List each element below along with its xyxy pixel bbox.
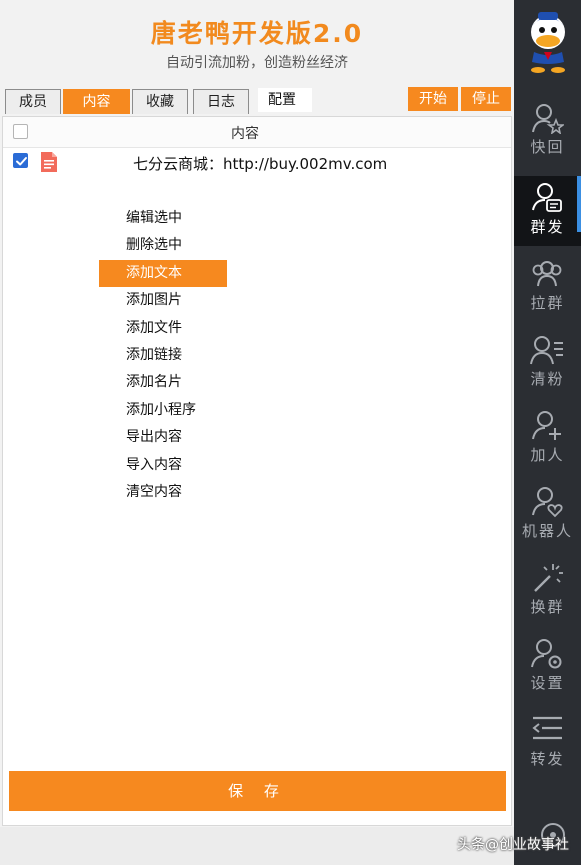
sidebar-item-label: 换群: [530, 598, 565, 616]
sidebar-item-robot[interactable]: 机器人: [514, 480, 581, 550]
document-icon: [41, 152, 57, 172]
main-panel: 唐老鸭开发版2.0 自动引流加粉，创造粉丝经济 成员 内容 收藏 日志 配置 开…: [0, 0, 514, 865]
row-content-text: 七分云商城：http://buy.002mv.com: [133, 155, 388, 173]
context-menu: 编辑选中 删除选中 添加文本 添加图片 添加文件 添加链接 添加名片 添加小程序…: [99, 205, 227, 506]
start-button[interactable]: 开始: [408, 87, 458, 111]
sidebar-item-label: 转发: [530, 750, 565, 768]
user-star-icon: [532, 104, 564, 134]
tab-favorites[interactable]: 收藏: [132, 89, 188, 114]
sidebar-item-label: 快回: [530, 138, 565, 156]
sidebar-item-add-person[interactable]: 加人: [514, 404, 581, 474]
column-title: 内容: [231, 126, 259, 142]
menu-item-clear-content[interactable]: 清空内容: [99, 479, 227, 506]
tab-bar: 成员 内容 收藏 日志 配置 开始 停止: [0, 86, 514, 116]
content-panel: 内容 七分云商城：http://buy.002mv.com 编辑选中 删除选中 …: [2, 116, 512, 826]
menu-item-add-file[interactable]: 添加文件: [99, 315, 227, 342]
watermark: 头条@创业故事社: [457, 837, 569, 853]
sidebar: 快回 群发 拉群 清粉 加人 机器人 换群 设置 转发: [514, 0, 581, 865]
menu-item-add-text[interactable]: 添加文本: [99, 259, 227, 288]
sidebar-item-label: 机器人: [521, 522, 573, 540]
menu-item-add-image[interactable]: 添加图片: [99, 287, 227, 314]
tab-members[interactable]: 成员: [5, 89, 61, 114]
sidebar-item-label: 设置: [530, 674, 565, 692]
row-checkbox[interactable]: [13, 153, 28, 168]
sidebar-item-mass-send[interactable]: 群发: [514, 176, 581, 246]
select-all-checkbox[interactable]: [13, 124, 28, 139]
checkmark-icon: [16, 157, 27, 166]
tab-log[interactable]: 日志: [193, 89, 249, 114]
status-strip: [0, 827, 514, 865]
sidebar-item-quick-reply[interactable]: 快回: [514, 96, 581, 166]
sidebar-item-label: 群发: [530, 218, 565, 236]
sidebar-item-label: 清粉: [530, 370, 565, 388]
magic-wand-icon: [534, 564, 563, 592]
stop-button[interactable]: 停止: [461, 87, 511, 111]
user-heart-icon: [532, 487, 563, 518]
menu-item-export-content[interactable]: 导出内容: [99, 424, 227, 451]
user-list-icon: [530, 336, 563, 365]
config-input[interactable]: 配置: [258, 88, 312, 112]
sidebar-item-switch-group[interactable]: 换群: [514, 556, 581, 626]
app-header: 唐老鸭开发版2.0 自动引流加粉，创造粉丝经济: [0, 0, 514, 80]
app-subtitle: 自动引流加粉，创造粉丝经济: [166, 55, 348, 71]
menu-item-import-content[interactable]: 导入内容: [99, 452, 227, 479]
group-icon: [532, 261, 562, 287]
sidebar-item-settings[interactable]: 设置: [514, 632, 581, 702]
table-row[interactable]: 七分云商城：http://buy.002mv.com: [3, 148, 511, 176]
app-title: 唐老鸭开发版2.0: [150, 19, 364, 48]
forward-lines-icon: [532, 716, 562, 740]
menu-item-add-miniprogram[interactable]: 添加小程序: [99, 397, 227, 424]
sidebar-item-pull-group[interactable]: 拉群: [514, 252, 581, 322]
menu-item-add-link[interactable]: 添加链接: [99, 342, 227, 369]
menu-item-delete-selected[interactable]: 删除选中: [99, 232, 227, 259]
save-button[interactable]: 保 存: [9, 771, 506, 811]
sidebar-item-forward[interactable]: 转发: [514, 708, 581, 778]
column-header: 内容: [3, 117, 511, 148]
menu-item-edit-selected[interactable]: 编辑选中: [99, 205, 227, 232]
sidebar-item-label: 拉群: [530, 294, 565, 312]
user-gear-icon: [531, 639, 562, 669]
menu-item-add-card[interactable]: 添加名片: [99, 369, 227, 396]
tab-content[interactable]: 内容: [63, 89, 130, 114]
sidebar-item-label: 加人: [530, 446, 565, 464]
user-message-icon: [532, 183, 562, 212]
sidebar-item-clean-fans[interactable]: 清粉: [514, 328, 581, 398]
donald-duck-avatar: [531, 12, 565, 73]
user-add-icon: [532, 411, 561, 440]
